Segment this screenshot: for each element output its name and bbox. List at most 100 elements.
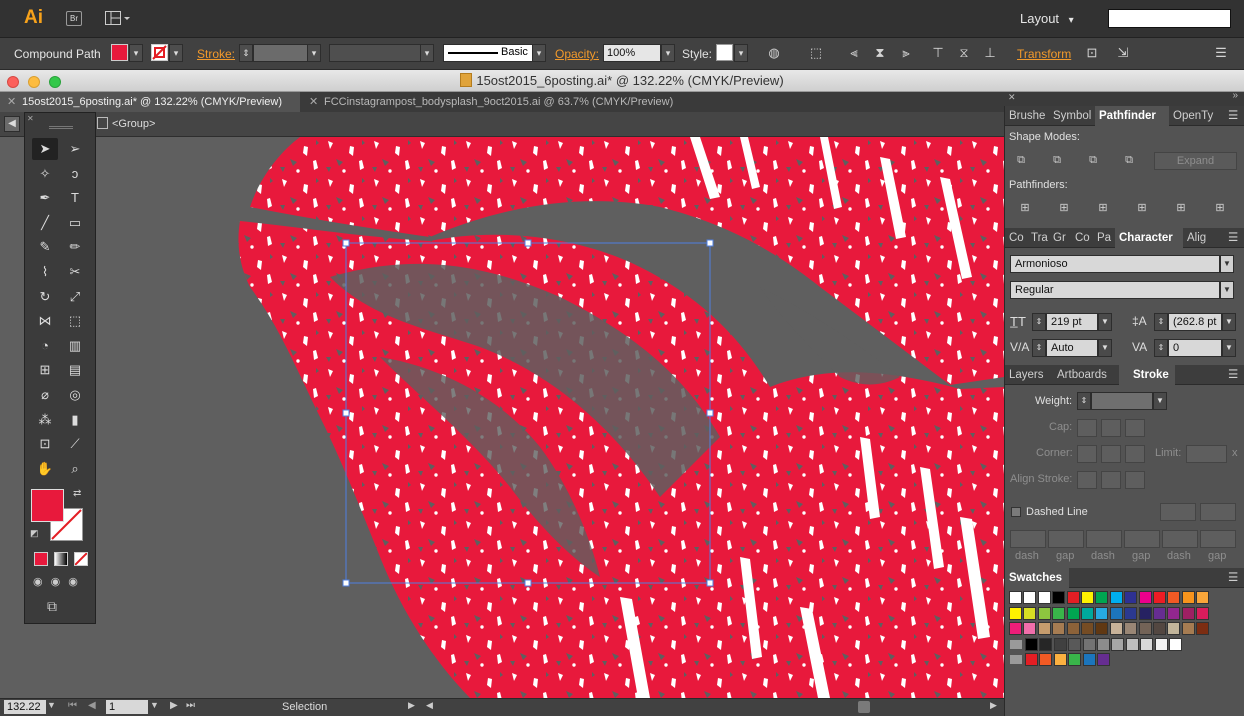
- first-artboard-icon[interactable]: ⏮: [68, 700, 77, 711]
- leading-stepper[interactable]: ⇕: [1154, 313, 1168, 331]
- color-swatch[interactable]: [1154, 637, 1168, 651]
- panel-menu-icon[interactable]: ☰: [1212, 44, 1230, 62]
- next-artboard-icon[interactable]: ▶: [170, 700, 178, 711]
- scroll-left-icon[interactable]: ◀: [426, 700, 433, 711]
- variable-width-profile[interactable]: [329, 44, 421, 62]
- color-swatch[interactable]: [1053, 637, 1067, 651]
- panel-menu-icon[interactable]: ☰: [1224, 568, 1242, 588]
- tab-color[interactable]: Co: [1005, 228, 1027, 248]
- gap-field-3[interactable]: [1200, 530, 1236, 548]
- paintbrush-icon[interactable]: ✎: [32, 236, 58, 258]
- last-artboard-icon[interactable]: ⏭: [186, 700, 195, 711]
- zoom-icon[interactable]: ⌕: [62, 458, 88, 480]
- zoom-field[interactable]: 132.22: [4, 700, 46, 714]
- screen-mode-icon[interactable]: ⧉: [47, 598, 69, 614]
- color-swatch[interactable]: [1081, 591, 1094, 604]
- gap-field-1[interactable]: [1048, 530, 1084, 548]
- color-swatch[interactable]: [1167, 606, 1181, 620]
- color-swatch[interactable]: [1025, 653, 1038, 666]
- color-swatch[interactable]: [1023, 606, 1037, 620]
- color-swatch[interactable]: [1124, 606, 1138, 620]
- align-to-icon[interactable]: ⬚: [807, 44, 825, 62]
- tab-character[interactable]: Character: [1115, 228, 1183, 248]
- color-swatch[interactable]: [1037, 606, 1051, 620]
- blend-icon[interactable]: ◎: [62, 384, 88, 406]
- align-center-icon[interactable]: ⧗: [871, 44, 889, 62]
- font-style-field[interactable]: Regular: [1010, 281, 1220, 299]
- font-family-dropdown[interactable]: ▼: [1220, 255, 1234, 273]
- color-swatch[interactable]: [1052, 591, 1066, 604]
- kerning-field[interactable]: Auto: [1046, 339, 1098, 357]
- kerning-stepper[interactable]: ⇕: [1032, 339, 1046, 357]
- tab-symbols[interactable]: Symbol: [1049, 106, 1095, 126]
- panel-menu-icon[interactable]: ☰: [1224, 228, 1242, 248]
- dash-field-3[interactable]: [1162, 530, 1198, 548]
- minus-front-icon[interactable]: ⧉: [1049, 152, 1065, 168]
- pencil-icon[interactable]: ✏: [62, 236, 88, 258]
- color-swatch[interactable]: [1167, 591, 1181, 604]
- stroke-weight-dropdown[interactable]: ▾: [307, 44, 321, 62]
- opacity-label[interactable]: Opacity:: [555, 38, 599, 70]
- tab-stroke[interactable]: Stroke: [1119, 365, 1175, 385]
- leading-dropdown[interactable]: ▼: [1222, 313, 1236, 331]
- close-tab-icon[interactable]: ✕: [7, 92, 16, 112]
- dashed-line-checkbox[interactable]: [1011, 507, 1021, 517]
- transform-each-icon[interactable]: ⊡: [1083, 44, 1101, 62]
- tracking-stepper[interactable]: ⇕: [1154, 339, 1168, 357]
- align-right-icon[interactable]: ⫸: [897, 44, 915, 62]
- none-mode-icon[interactable]: [74, 552, 88, 566]
- workspace-switcher[interactable]: Layout ▾: [1020, 11, 1074, 26]
- weight-field[interactable]: [1091, 392, 1153, 410]
- artboard-canvas[interactable]: [0, 137, 1004, 698]
- perspective-grid-icon[interactable]: ▥: [62, 335, 88, 357]
- back-arrow-icon[interactable]: ◀: [4, 116, 20, 132]
- tracking-field[interactable]: 0: [1168, 339, 1222, 357]
- direct-selection-icon[interactable]: ➢: [62, 138, 88, 160]
- font-size-stepper[interactable]: ⇕: [1032, 313, 1046, 331]
- crop-icon[interactable]: ⊞: [1134, 200, 1150, 216]
- round-cap-icon[interactable]: [1101, 419, 1121, 437]
- color-swatch[interactable]: [1025, 637, 1038, 651]
- shape-builder-icon[interactable]: ◔: [32, 335, 58, 357]
- color-swatch[interactable]: [1023, 591, 1037, 604]
- color-swatch[interactable]: [1052, 622, 1066, 635]
- color-swatch[interactable]: [1138, 606, 1152, 620]
- fill-dropdown[interactable]: ▾: [129, 44, 143, 62]
- bridge-button[interactable]: Br: [66, 11, 82, 26]
- color-swatch[interactable]: [1169, 637, 1182, 651]
- align-top-icon[interactable]: ⊤: [929, 44, 947, 62]
- rotate-icon[interactable]: ↻: [32, 286, 58, 308]
- butt-cap-icon[interactable]: [1077, 419, 1097, 437]
- selection-icon[interactable]: ➤: [32, 138, 58, 160]
- panel-menu-icon[interactable]: ☰: [1224, 365, 1242, 385]
- tab-layers[interactable]: Layers: [1005, 365, 1053, 385]
- color-swatch[interactable]: [1082, 637, 1096, 651]
- artboard-field[interactable]: 1: [106, 700, 148, 714]
- opacity-dropdown[interactable]: ▾: [661, 44, 675, 62]
- stroke-weight-field[interactable]: [253, 44, 309, 62]
- stroke-label[interactable]: Stroke:: [197, 38, 235, 70]
- kerning-dropdown[interactable]: ▼: [1098, 339, 1112, 357]
- swap-colors-icon[interactable]: ⇄: [73, 488, 81, 499]
- eyedropper-icon[interactable]: ⌀: [32, 384, 58, 406]
- gradient-mode-icon[interactable]: [54, 552, 68, 566]
- font-style-dropdown[interactable]: ▼: [1220, 281, 1234, 299]
- projecting-cap-icon[interactable]: [1125, 419, 1145, 437]
- color-swatch[interactable]: [1196, 606, 1210, 620]
- miter-join-icon[interactable]: [1077, 445, 1097, 463]
- tab-transparency[interactable]: Tra: [1027, 228, 1049, 248]
- fill-color-swatch-front[interactable]: [31, 489, 64, 522]
- tab-pathfinder[interactable]: Pathfinder: [1095, 106, 1169, 126]
- horizontal-scroll-thumb[interactable]: [858, 701, 870, 713]
- scissors-icon[interactable]: ✂: [62, 261, 88, 283]
- expand-button[interactable]: Expand: [1154, 152, 1237, 170]
- close-tab-icon[interactable]: ✕: [309, 92, 318, 112]
- color-swatch[interactable]: [1153, 591, 1166, 604]
- color-swatch[interactable]: [1097, 653, 1110, 666]
- magic-wand-icon[interactable]: ✧: [32, 163, 58, 185]
- tab-swatches[interactable]: Swatches: [1005, 568, 1069, 588]
- tab-align[interactable]: Alig: [1183, 228, 1221, 248]
- tab-artboards[interactable]: Artboards: [1053, 365, 1119, 385]
- scale-icon[interactable]: ⤢: [62, 286, 88, 308]
- color-mode-icon[interactable]: [34, 552, 48, 566]
